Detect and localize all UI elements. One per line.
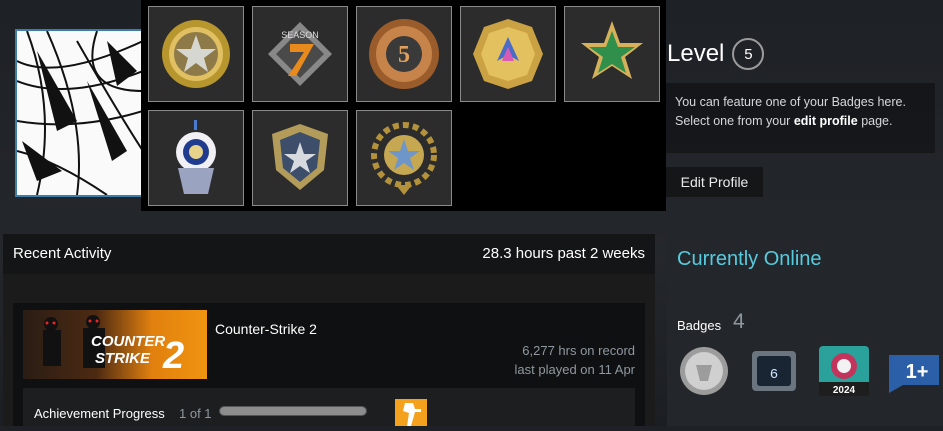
achievement-label: Achievement Progress	[34, 406, 165, 421]
svg-text:SEASON: SEASON	[281, 30, 319, 40]
picker-badge-slot[interactable]	[252, 110, 348, 206]
five-year-veteran-coin-icon: 5	[369, 19, 439, 89]
achievement-progress-row[interactable]: Achievement Progress 1 of 1	[23, 388, 635, 426]
game-hours-on-record: 6,277 hrs on record	[522, 343, 635, 358]
game-capsule-image[interactable]: COUNTER STRIKE 2	[23, 310, 207, 379]
six-year-badge-text: 6	[770, 367, 778, 383]
one-plus-badge-text: 1+	[906, 361, 929, 383]
picker-badge-slot[interactable]: 5	[356, 6, 452, 102]
edit-profile-button[interactable]: Edit Profile	[666, 167, 763, 197]
profile-avatar[interactable]	[15, 29, 145, 197]
2012-2023-coin-icon	[473, 19, 543, 89]
achievement-count: 1 of 1	[179, 406, 212, 421]
picker-badge-slot[interactable]	[564, 6, 660, 102]
green-star-icon	[581, 21, 643, 79]
picker-badge-slot[interactable]	[148, 6, 244, 102]
feature-note-post: page.	[857, 114, 893, 128]
game-card: COUNTER STRIKE 2 Counter-Strike 2 6,277 …	[13, 303, 645, 426]
badges-count[interactable]: 4	[733, 310, 745, 334]
cupcake-icon	[176, 120, 216, 194]
achievement-icon[interactable]	[395, 399, 427, 426]
game-art-number: 2	[162, 335, 184, 377]
silver-coin-badge-icon	[680, 347, 728, 395]
picker-badge-slot[interactable]	[148, 110, 244, 206]
online-status: Currently Online	[677, 248, 822, 270]
badges-link[interactable]: Badges	[677, 318, 721, 333]
feature-note-pre: Select one from your	[675, 114, 794, 128]
recent-activity-title: Recent Activity	[13, 245, 112, 262]
svg-text:5: 5	[398, 42, 410, 68]
feature-note-line1: You can feature one of your Badges here.	[675, 95, 906, 109]
recent-activity-panel: Recent Activity 28.3 hours past 2 weeks …	[3, 234, 655, 426]
mini-badge[interactable]: 2024	[817, 344, 871, 398]
game-last-played: last played on 11 Apr	[514, 362, 635, 377]
mini-badge[interactable]: 1+	[885, 344, 943, 398]
game-art-text-1: COUNTER	[91, 333, 165, 350]
blue-star-laurel-icon	[371, 122, 437, 195]
one-plus-badge-icon: 1+	[889, 355, 939, 393]
achievement-progress-fill	[220, 407, 366, 415]
badge-picker-popup: SEASON 5	[141, 0, 666, 211]
achievement-progress-bar	[219, 406, 367, 416]
level-label: Level	[667, 40, 725, 67]
picker-badge-slot[interactable]	[460, 6, 556, 102]
recent-activity-header: Recent Activity 28.3 hours past 2 weeks	[3, 234, 655, 274]
season-7-icon: SEASON	[268, 22, 332, 86]
game-art-text-2: STRIKE	[95, 350, 151, 367]
game-name[interactable]: Counter-Strike 2	[215, 321, 317, 337]
steam-2024-badge-text: 2024	[833, 385, 856, 396]
mini-badge[interactable]	[677, 344, 731, 398]
gold-star-coin-icon	[162, 20, 230, 88]
silver-star-shield-icon	[272, 124, 328, 190]
steam-2024-badge-icon: 2024	[819, 346, 869, 396]
level-number-badge: 5	[732, 38, 765, 70]
edit-profile-link[interactable]: edit profile	[794, 114, 858, 128]
six-year-badge-icon: 6	[752, 351, 796, 391]
picker-badge-slot[interactable]: SEASON	[252, 6, 348, 102]
feature-badge-note: You can feature one of your Badges here.…	[665, 83, 935, 153]
recent-activity-hours: 28.3 hours past 2 weeks	[482, 245, 645, 262]
profile-right-column: Currently Online Badges 4 6 2024 1+	[667, 234, 943, 426]
mini-badge[interactable]: 6	[747, 344, 801, 398]
picker-badge-slot[interactable]	[356, 110, 452, 206]
profile-level: Level 5	[667, 38, 765, 70]
feature-note-line2: Select one from your edit profile page.	[675, 112, 925, 131]
